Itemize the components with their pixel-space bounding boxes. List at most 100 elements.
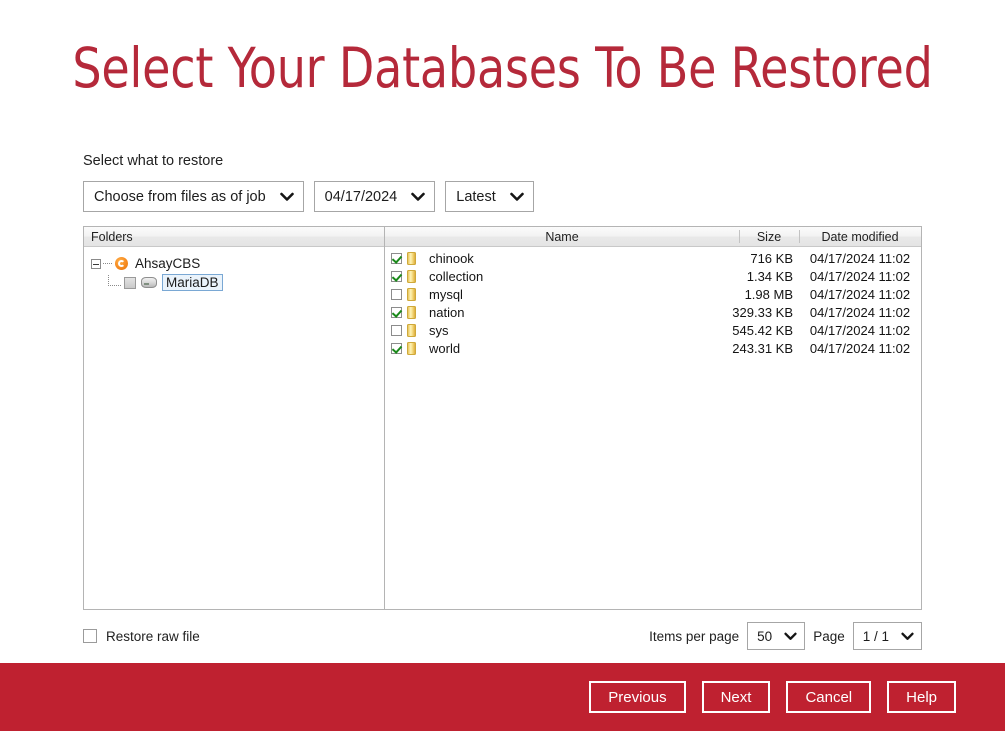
database-file-icon-cell xyxy=(407,288,426,301)
database-file-icon-cell xyxy=(407,306,426,319)
database-file-icon xyxy=(407,342,416,355)
page-label: Page xyxy=(813,629,845,644)
row-date-modified: 04/17/2024 11:02 xyxy=(799,323,921,338)
database-file-icon-cell xyxy=(407,324,426,337)
list-footer-controls: Restore raw file Items per page 50 Page … xyxy=(83,621,922,651)
row-name: world xyxy=(426,341,675,356)
database-file-icon xyxy=(407,270,416,283)
tree-node-label[interactable]: AhsayCBS xyxy=(133,256,202,271)
folder-tree-panel: Folders AhsayCBS MariaDB xyxy=(83,226,385,610)
chevron-down-icon xyxy=(280,192,294,202)
folder-tree-header: Folders xyxy=(84,227,384,247)
checkbox-checked-icon[interactable] xyxy=(391,253,402,264)
tree-connector xyxy=(103,263,112,264)
row-checkbox-cell[interactable] xyxy=(385,253,407,264)
database-file-icon-cell xyxy=(407,252,426,265)
checkbox-checked-icon[interactable] xyxy=(391,307,402,318)
restore-date-dropdown[interactable]: 04/17/2024 xyxy=(314,181,436,212)
row-name: nation xyxy=(426,305,675,320)
file-list-panel: Name Size Date modified chinook716 KB04/… xyxy=(385,226,922,610)
database-file-icon-cell xyxy=(407,270,426,283)
chevron-down-icon xyxy=(901,632,914,641)
row-size: 545.42 KB xyxy=(675,323,799,338)
previous-button[interactable]: Previous xyxy=(589,681,685,713)
row-checkbox-cell[interactable] xyxy=(385,289,407,300)
table-row[interactable]: mysql1.98 MB04/17/2024 11:02 xyxy=(385,285,921,303)
checkbox-checked-icon[interactable] xyxy=(391,271,402,282)
main-content: Select what to restore Choose from files… xyxy=(83,153,922,651)
database-icon xyxy=(141,277,157,288)
row-size: 1.34 KB xyxy=(675,269,799,284)
page-value: 1 / 1 xyxy=(863,629,889,644)
items-per-page-value: 50 xyxy=(757,629,772,644)
restore-raw-file-checkbox[interactable] xyxy=(83,629,97,643)
table-row[interactable]: world243.31 KB04/17/2024 11:02 xyxy=(385,339,921,357)
chevron-down-icon xyxy=(784,632,797,641)
ahsay-logo-icon xyxy=(115,257,128,270)
table-row[interactable]: nation329.33 KB04/17/2024 11:02 xyxy=(385,303,921,321)
folder-tree: AhsayCBS MariaDB xyxy=(84,247,384,609)
tree-node-label[interactable]: MariaDB xyxy=(162,274,223,291)
row-checkbox-cell[interactable] xyxy=(385,325,407,336)
tree-connector xyxy=(108,275,121,286)
file-list: chinook716 KB04/17/2024 11:02collection1… xyxy=(385,247,921,609)
pagination-controls: Items per page 50 Page 1 / 1 xyxy=(649,622,922,650)
row-name: mysql xyxy=(426,287,675,302)
column-header-name[interactable]: Name xyxy=(385,227,739,246)
row-date-modified: 04/17/2024 11:02 xyxy=(799,287,921,302)
row-checkbox-cell[interactable] xyxy=(385,307,407,318)
restore-time-value: Latest xyxy=(456,189,496,205)
row-date-modified: 04/17/2024 11:02 xyxy=(799,251,921,266)
restore-time-dropdown[interactable]: Latest xyxy=(445,181,534,212)
database-file-icon xyxy=(407,288,416,301)
row-checkbox-cell[interactable] xyxy=(385,271,407,282)
row-name: chinook xyxy=(426,251,675,266)
column-header-size[interactable]: Size xyxy=(739,227,799,246)
row-name: sys xyxy=(426,323,675,338)
database-file-icon xyxy=(407,306,416,319)
checkbox-checked-icon[interactable] xyxy=(391,343,402,354)
table-row[interactable]: sys545.42 KB04/17/2024 11:02 xyxy=(385,321,921,339)
wizard-footer: Previous Next Cancel Help xyxy=(0,663,1005,731)
file-list-header: Name Size Date modified xyxy=(385,227,921,247)
restore-wizard-page: Select Your Databases To Be Restored Sel… xyxy=(0,0,1005,731)
database-file-icon xyxy=(407,252,416,265)
tree-checkbox-partial[interactable] xyxy=(124,277,136,289)
checkbox-unchecked-icon[interactable] xyxy=(391,289,402,300)
cancel-button[interactable]: Cancel xyxy=(786,681,871,713)
table-row[interactable]: chinook716 KB04/17/2024 11:02 xyxy=(385,249,921,267)
page-title: Select Your Databases To Be Restored xyxy=(35,36,970,100)
restore-source-value: Choose from files as of job xyxy=(94,189,266,205)
row-checkbox-cell[interactable] xyxy=(385,343,407,354)
restore-raw-file-label: Restore raw file xyxy=(106,629,200,644)
column-header-folders: Folders xyxy=(84,227,139,246)
items-per-page-label: Items per page xyxy=(649,629,739,644)
restore-date-value: 04/17/2024 xyxy=(325,189,398,205)
page-dropdown[interactable]: 1 / 1 xyxy=(853,622,922,650)
items-per-page-dropdown[interactable]: 50 xyxy=(747,622,805,650)
help-button[interactable]: Help xyxy=(887,681,956,713)
row-date-modified: 04/17/2024 11:02 xyxy=(799,305,921,320)
table-row[interactable]: collection1.34 KB04/17/2024 11:02 xyxy=(385,267,921,285)
row-size: 329.33 KB xyxy=(675,305,799,320)
restore-raw-file-option[interactable]: Restore raw file xyxy=(83,629,200,644)
restore-source-controls: Choose from files as of job 04/17/2024 L… xyxy=(83,181,922,212)
row-size: 716 KB xyxy=(675,251,799,266)
database-file-icon xyxy=(407,324,416,337)
row-name: collection xyxy=(426,269,675,284)
minus-expander-icon[interactable] xyxy=(91,259,101,269)
chevron-down-icon xyxy=(411,192,425,202)
select-what-to-restore-label: Select what to restore xyxy=(83,153,922,169)
row-date-modified: 04/17/2024 11:02 xyxy=(799,341,921,356)
restore-source-dropdown[interactable]: Choose from files as of job xyxy=(83,181,304,212)
tree-node-mariadb[interactable]: MariaDB xyxy=(91,273,384,292)
row-size: 1.98 MB xyxy=(675,287,799,302)
checkbox-unchecked-icon[interactable] xyxy=(391,325,402,336)
row-date-modified: 04/17/2024 11:02 xyxy=(799,269,921,284)
column-header-date-modified[interactable]: Date modified xyxy=(799,227,921,246)
chevron-down-icon xyxy=(510,192,524,202)
tree-node-ahsaycbs[interactable]: AhsayCBS xyxy=(91,254,384,273)
browser-panels: Folders AhsayCBS MariaDB xyxy=(83,226,922,610)
next-button[interactable]: Next xyxy=(702,681,771,713)
row-size: 243.31 KB xyxy=(675,341,799,356)
